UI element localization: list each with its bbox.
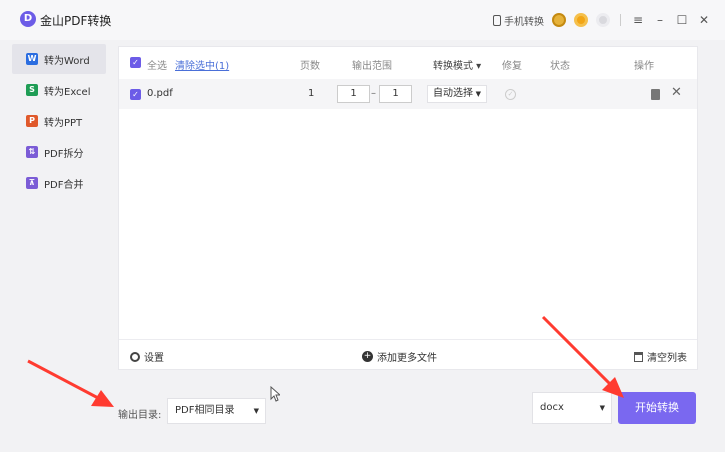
chevron-down-icon: ▼	[253, 407, 259, 415]
sidebar-item-label: PDF合并	[44, 179, 84, 191]
table-row: ✓ 0.pdf 1 1 – 1 自动选择 ▼ ✓ ✕	[119, 79, 697, 109]
chevron-down-icon: ▼	[599, 404, 605, 412]
ppt-icon: P	[26, 115, 38, 127]
header-convert-mode[interactable]: 转换模式 ▾	[433, 57, 481, 72]
range-separator: –	[371, 88, 376, 99]
close-window-icon[interactable]: ✕	[697, 13, 711, 27]
header-output-range: 输出范围	[352, 61, 392, 72]
menu-icon[interactable]: ≡	[631, 13, 645, 27]
remove-file-icon[interactable]: ✕	[671, 85, 682, 100]
word-icon: W	[26, 53, 38, 65]
app-logo-icon: D	[20, 11, 36, 27]
app-title: 金山PDF转换	[40, 14, 112, 28]
file-pages: 1	[308, 88, 315, 99]
phone-icon	[493, 14, 501, 26]
minimize-icon[interactable]: –	[653, 13, 667, 27]
sidebar-item-pdf-split[interactable]: ⇅ PDF拆分	[12, 137, 106, 167]
excel-icon: S	[26, 84, 38, 96]
sidebar-item-to-excel[interactable]: S 转为Excel	[12, 75, 106, 105]
vip-crown-icon[interactable]	[552, 13, 566, 27]
arrow-to-output-dir	[27, 359, 114, 407]
repair-check-icon[interactable]: ✓	[505, 89, 516, 100]
sidebar-item-label: 转为Word	[44, 55, 90, 67]
mobile-convert-button[interactable]: 手机转换	[493, 13, 544, 28]
table-header: ✓ 全选 清除选中(1) 页数 输出范围 转换模式 ▾ 修复 状态 操作	[119, 47, 697, 79]
header-actions: 操作	[634, 61, 654, 72]
sidebar-item-label: 转为PPT	[44, 117, 83, 129]
header-repair: 修复	[502, 61, 522, 72]
plus-icon: +	[362, 351, 373, 362]
trash-icon	[634, 351, 643, 362]
range-from-input[interactable]: 1	[337, 85, 370, 103]
start-convert-button[interactable]: 开始转换	[618, 392, 696, 424]
output-dir-select[interactable]: PDF相同目录 ▼	[167, 398, 266, 424]
row-checkbox[interactable]: ✓	[130, 89, 141, 100]
range-to-input[interactable]: 1	[379, 85, 412, 103]
header-status: 状态	[550, 61, 570, 72]
convert-mode-select[interactable]: 自动选择 ▼	[427, 85, 487, 103]
sidebar: W 转为Word S 转为Excel P 转为PPT ⇅ PDF拆分 ⊼ PDF…	[12, 44, 106, 199]
file-list-panel: ✓ 全选 清除选中(1) 页数 输出范围 转换模式 ▾ 修复 状态 操作 ✓ 0…	[118, 46, 698, 370]
sidebar-item-to-word[interactable]: W 转为Word	[12, 44, 106, 74]
silver-badge-icon[interactable]	[596, 13, 610, 27]
sidebar-item-to-ppt[interactable]: P 转为PPT	[12, 106, 106, 136]
mobile-convert-label: 手机转换	[504, 16, 544, 28]
title-bar: D 金山PDF转换 手机转换 ≡ – ☐ ✕	[0, 0, 725, 40]
output-dir-label: 输出目录:	[118, 410, 162, 421]
sidebar-item-label: 转为Excel	[44, 86, 91, 98]
settings-button[interactable]: 设置	[130, 349, 164, 364]
add-files-button[interactable]: + 添加更多文件	[362, 349, 437, 364]
output-format-select[interactable]: docx ▼	[532, 392, 612, 424]
clear-list-button[interactable]: 清空列表	[634, 349, 687, 364]
select-all-checkbox[interactable]: ✓	[130, 57, 141, 68]
coin-badge-icon[interactable]	[574, 13, 588, 27]
chevron-down-icon: ▼	[475, 90, 481, 98]
open-file-icon[interactable]	[651, 89, 660, 100]
panel-footer: 设置 + 添加更多文件 清空列表	[119, 339, 697, 369]
maximize-icon[interactable]: ☐	[675, 13, 689, 27]
header-pages: 页数	[300, 61, 320, 72]
clear-selected-link[interactable]: 清除选中(1)	[175, 57, 229, 72]
file-name: 0.pdf	[147, 88, 173, 99]
sidebar-item-pdf-merge[interactable]: ⊼ PDF合并	[12, 168, 106, 198]
divider	[620, 14, 621, 26]
sidebar-item-label: PDF拆分	[44, 148, 84, 160]
gear-icon	[130, 351, 140, 362]
select-all-label[interactable]: 全选	[147, 57, 167, 72]
split-icon: ⇅	[26, 146, 38, 158]
merge-icon: ⊼	[26, 177, 38, 189]
mouse-cursor-icon	[270, 386, 280, 402]
